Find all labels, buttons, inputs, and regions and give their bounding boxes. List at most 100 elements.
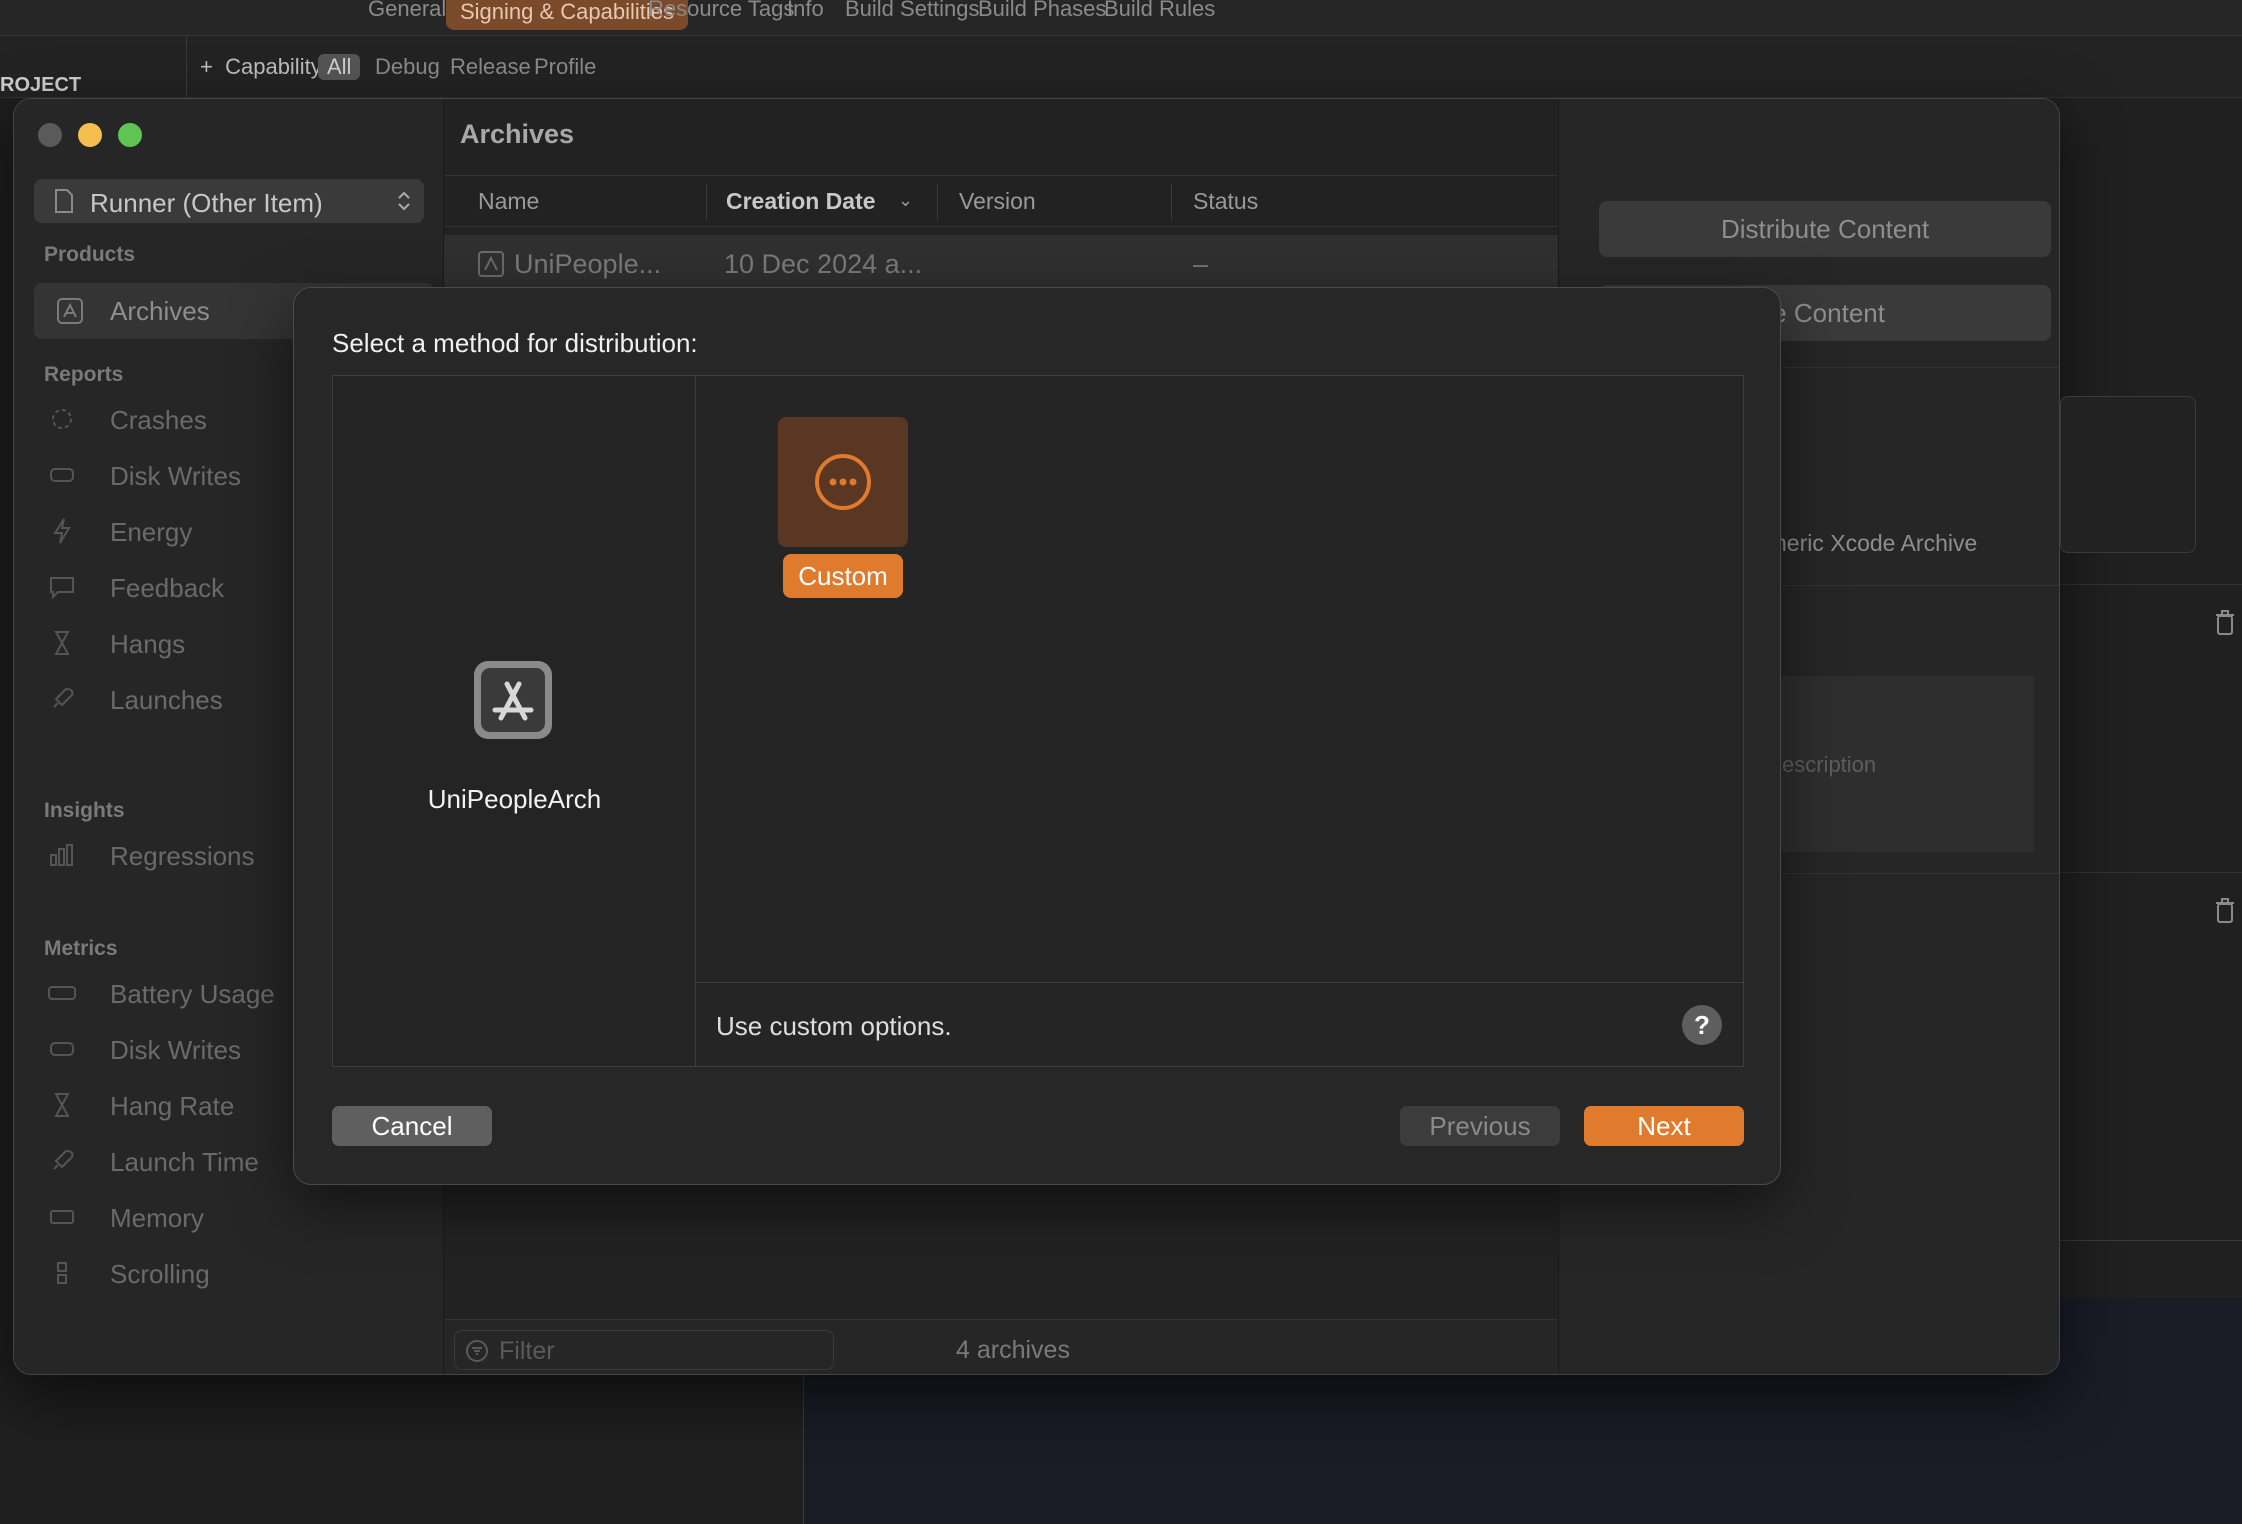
tab-info[interactable]: Info: [787, 0, 824, 22]
close-window-button[interactable]: [38, 123, 62, 147]
cancel-button[interactable]: Cancel: [332, 1106, 492, 1146]
distribution-method-sheet: Select a method for distribution: UniPeo…: [293, 287, 1781, 1185]
filter-profile[interactable]: Profile: [534, 54, 596, 80]
editor-tab-bar: General Signing & Capabilities Resource …: [0, 0, 2242, 36]
hourglass-icon: [48, 1091, 76, 1119]
chevron-updown-icon: [396, 189, 412, 213]
sidebar-item-scrolling[interactable]: Scrolling: [44, 1253, 424, 1293]
filter-all[interactable]: All: [318, 54, 361, 80]
divider: [2060, 872, 2242, 873]
tab-general[interactable]: General: [368, 0, 446, 22]
method-custom-label[interactable]: Custom: [783, 554, 903, 598]
description-placeholder: escription: [1782, 752, 1877, 777]
table-row[interactable]: UniPeople... 10 Dec 2024 a... –: [444, 235, 1558, 295]
archive-count: 4 archives: [956, 1336, 1070, 1364]
ellipsis-circle-icon: [813, 452, 873, 512]
capabilities-toolbar: + Capability All Debug Release Profile: [0, 36, 2242, 98]
add-capability-label: Capability: [225, 54, 322, 79]
sidebar-item-label: Crashes: [110, 405, 207, 435]
hourglass-icon: [48, 629, 76, 657]
column-status[interactable]: Status: [1193, 188, 1258, 215]
filter-debug[interactable]: Debug: [375, 54, 440, 80]
sidebar-item-label: Disk Writes: [110, 461, 241, 491]
distribute-content-button[interactable]: Distribute Content: [1599, 201, 2051, 257]
archive-date: 10 Dec 2024 a...: [724, 249, 923, 279]
sidebar-item-label: Disk Writes: [110, 1035, 241, 1065]
archive-status: –: [1193, 249, 1209, 279]
reports-header: Reports: [44, 363, 124, 386]
metrics-header: Metrics: [44, 937, 118, 960]
tab-build-rules[interactable]: Build Rules: [1104, 0, 1215, 22]
app-summary-pane: UniPeopleArch: [333, 376, 696, 1066]
zoom-window-button[interactable]: [118, 123, 142, 147]
app-name: UniPeopleArch: [427, 784, 602, 814]
column-separator: [937, 184, 938, 220]
rocket-icon: [48, 685, 76, 713]
method-description: Use custom options.: [716, 1011, 952, 1041]
project-section-label: ROJECT: [0, 74, 82, 96]
archives-filter-bar: Filter 4 archives: [444, 1319, 1558, 1374]
archives-table-header: Name Creation Date ⌄ Version Status: [444, 175, 1558, 227]
filter-input[interactable]: Filter: [454, 1330, 834, 1370]
sidebar-item-label: Battery Usage: [110, 979, 275, 1009]
minimize-window-button[interactable]: [78, 123, 102, 147]
column-name[interactable]: Name: [478, 188, 539, 215]
previous-button[interactable]: Previous: [1400, 1106, 1560, 1146]
archive-type-label: neric Xcode Archive: [1774, 530, 1978, 556]
rocket-icon: [48, 1147, 76, 1175]
document-icon: [54, 189, 74, 213]
column-separator: [706, 184, 707, 220]
tab-resource-tags[interactable]: Resource Tags: [648, 0, 794, 22]
archive-icon: [56, 297, 84, 325]
plus-icon: +: [200, 54, 213, 79]
bar-chart-icon: [48, 841, 76, 869]
toolbar-divider: [186, 36, 187, 98]
editor-right-area: [2060, 98, 2242, 1298]
sidebar-item-label: Archives: [110, 296, 210, 326]
bolt-icon: [48, 517, 76, 545]
tab-build-settings[interactable]: Build Settings: [845, 0, 980, 22]
app-store-icon: [471, 658, 555, 742]
archives-title: Archives: [460, 119, 575, 149]
speech-bubble-icon: [48, 573, 76, 601]
filter-placeholder: Filter: [499, 1337, 555, 1365]
methods-pane: Custom Use custom options. ?: [696, 376, 1743, 1066]
editor-bottom-left: [0, 1375, 804, 1524]
sidebar-item-label: Hang Rate: [110, 1091, 235, 1121]
sidebar-item-label: Launches: [110, 685, 223, 715]
trash-icon[interactable]: [2214, 610, 2236, 636]
sidebar-item-label: Regressions: [110, 841, 255, 871]
trash-icon[interactable]: [2214, 898, 2236, 924]
archive-preview-box: [2060, 396, 2196, 553]
method-selection-panel: UniPeopleArch Custom Use custom options.…: [332, 375, 1744, 1067]
scroll-icon: [48, 1259, 76, 1287]
scheme-selector[interactable]: Runner (Other Item): [34, 179, 424, 223]
disk-icon: [48, 1035, 76, 1063]
crash-icon: [48, 405, 76, 433]
sheet-title: Select a method for distribution:: [332, 328, 698, 358]
sidebar-item-label: Energy: [110, 517, 193, 547]
tab-build-phases[interactable]: Build Phases: [978, 0, 1106, 22]
column-separator: [1171, 184, 1172, 220]
archive-icon: [478, 251, 504, 277]
distribute-content-label: Distribute Content: [1720, 214, 1930, 244]
divider: [2060, 1240, 2242, 1241]
insights-header: Insights: [44, 799, 125, 822]
battery-icon: [48, 979, 76, 1007]
help-button[interactable]: ?: [1682, 1005, 1722, 1045]
sidebar-item-label: Feedback: [110, 573, 225, 603]
column-creation-date[interactable]: Creation Date: [726, 188, 876, 215]
sidebar-item-label: Hangs: [110, 629, 186, 659]
add-capability-button[interactable]: + Capability: [200, 54, 322, 80]
column-version[interactable]: Version: [959, 188, 1036, 215]
method-custom-tile[interactable]: [778, 417, 908, 547]
chevron-down-icon: ⌄: [898, 190, 914, 210]
disk-icon: [48, 461, 76, 489]
divider: [2060, 584, 2242, 585]
next-button[interactable]: Next: [1584, 1106, 1744, 1146]
filter-release[interactable]: Release: [450, 54, 531, 80]
filter-icon: [465, 1339, 489, 1363]
sidebar-item-label: Launch Time: [110, 1147, 259, 1177]
sidebar-item-memory[interactable]: Memory: [44, 1197, 424, 1237]
scheme-label: Runner (Other Item): [90, 188, 323, 218]
